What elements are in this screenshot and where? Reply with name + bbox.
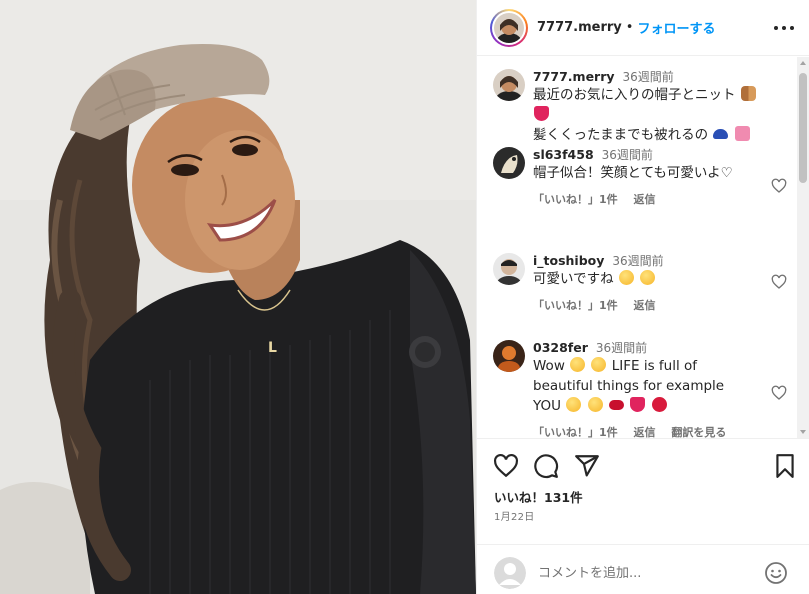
save-bookmark-icon[interactable] — [772, 453, 798, 479]
comment-text-line2: LIFE is full of — [611, 358, 698, 374]
comments-list[interactable]: 7777.merry 36週間前 最近のお気に入りの帽子とニット 髪くくったまま… — [477, 57, 809, 438]
comment-item: 0328fer 36週間前 Wow LIFE is full of beauti… — [493, 340, 793, 438]
commenter-username[interactable]: i_toshiboy — [533, 253, 604, 268]
author-avatar[interactable] — [490, 8, 528, 47]
clapping-hands-emoji — [640, 270, 656, 285]
follow-button[interactable]: フォローする — [637, 18, 715, 37]
post-photo[interactable]: L — [0, 0, 476, 594]
heart-ribbon-emoji — [734, 126, 750, 141]
heart-outline-icon[interactable] — [771, 385, 787, 401]
cap-emoji — [713, 129, 729, 139]
heart-outline-icon[interactable] — [771, 274, 787, 290]
translate-button[interactable]: 翻訳を見る — [671, 426, 726, 438]
add-comment-bar — [477, 544, 809, 594]
comment-likes[interactable]: 「いいね！」1件 — [533, 426, 618, 438]
caption-text: 最近のお気に入りの帽子とニット 髪くくったままでも被れるの — [533, 85, 767, 145]
caption-username[interactable]: 7777.merry — [533, 69, 615, 84]
commenter-username[interactable]: 0328fer — [533, 340, 588, 355]
commenter-username[interactable]: sl63f458 — [533, 147, 594, 162]
likes-count[interactable]: いいね！131件 — [494, 487, 583, 506]
scroll-up-arrow-icon[interactable] — [800, 61, 806, 65]
comment-text-row: 可愛いですね — [533, 269, 767, 289]
caption-line2: 髪くくったままでも被れるの — [533, 127, 709, 143]
post-detail-panel: 7777.merry • フォローする 7777.merry 36週間前 最近の… — [476, 0, 809, 594]
heart-eyes-emoji — [618, 270, 634, 285]
scrollbar-thumb[interactable] — [799, 73, 807, 183]
kissing-emoji — [570, 357, 586, 372]
rose-emoji — [651, 397, 667, 412]
comment-text-line1: Wow — [533, 358, 565, 374]
comment-text-line3: beautiful things for example — [533, 378, 725, 394]
comment-time[interactable]: 36週間前 — [596, 341, 647, 355]
like-heart-icon[interactable] — [493, 453, 519, 479]
heart-outline-icon[interactable] — [771, 178, 787, 194]
comment-likes[interactable]: 「いいね！」1件 — [533, 299, 618, 312]
comment-text-line4: YOU — [533, 398, 562, 414]
comment-text: 可愛いですね — [533, 271, 614, 287]
reply-button[interactable]: 返信 — [634, 299, 656, 312]
smiling-hearts-emoji — [587, 397, 603, 412]
caption-time[interactable]: 36週間前 — [623, 70, 674, 84]
post-actions: いいね！131件 1月22日 — [477, 438, 809, 594]
heart-emoji — [630, 397, 646, 412]
comment-input[interactable] — [538, 561, 758, 585]
commenter-avatar[interactable] — [493, 253, 525, 285]
reply-button[interactable]: 返信 — [634, 426, 656, 438]
caption-line1: 最近のお気に入りの帽子とニット — [533, 87, 736, 103]
svg-text:L: L — [268, 340, 277, 356]
smiling-hearts-emoji — [591, 357, 607, 372]
commenter-avatar[interactable] — [493, 340, 525, 372]
comments-scrollbar[interactable] — [797, 57, 809, 438]
comment-text: Wow LIFE is full of beautiful things for… — [533, 356, 767, 416]
comment-item: sl63f458 36週間前 帽子似合！笑顔とても可愛いよ♡ 「いいね！」1件 … — [493, 147, 793, 232]
separator-dot: • — [625, 20, 634, 35]
caption-item: 7777.merry 36週間前 最近のお気に入りの帽子とニット 髪くくったまま… — [493, 69, 793, 143]
couple-emoji — [740, 86, 756, 101]
more-horizontal-icon[interactable] — [774, 18, 794, 38]
post-image: L — [0, 0, 476, 594]
comment-text: 帽子似合！笑顔とても可愛いよ♡ — [533, 165, 733, 181]
comment-bubble-icon[interactable] — [533, 453, 559, 479]
comment-time[interactable]: 36週間前 — [612, 254, 663, 268]
avatar-image — [494, 12, 524, 43]
scroll-down-arrow-icon[interactable] — [800, 430, 806, 434]
comment-time[interactable]: 36週間前 — [602, 148, 653, 162]
share-send-icon[interactable] — [574, 453, 600, 479]
caption-avatar[interactable] — [493, 69, 525, 101]
commenter-avatar[interactable] — [493, 147, 525, 179]
lips-emoji — [608, 400, 624, 410]
emoji-smiley-icon[interactable] — [764, 561, 788, 585]
post-header: 7777.merry • フォローする — [477, 0, 809, 56]
author-username[interactable]: 7777.merry — [537, 20, 622, 35]
current-user-avatar[interactable] — [494, 557, 526, 589]
comment-likes[interactable]: 「いいね！」1件 — [533, 193, 618, 206]
reply-button[interactable]: 返信 — [634, 193, 656, 206]
heart-emoji — [534, 106, 549, 121]
kissing-emoji — [566, 397, 582, 412]
comment-item: i_toshiboy 36週間前 可愛いですね 「いいね！」1件 返信 — [493, 253, 793, 323]
post-date[interactable]: 1月22日 — [494, 508, 535, 523]
